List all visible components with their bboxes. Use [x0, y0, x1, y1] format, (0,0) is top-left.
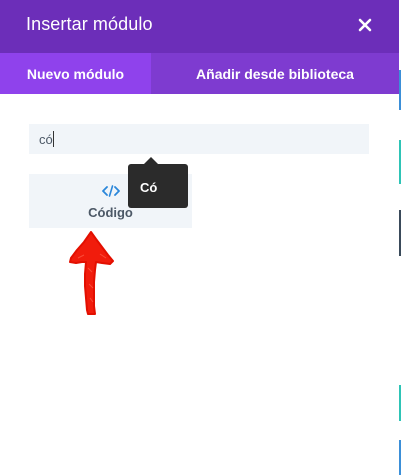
code-icon — [102, 185, 120, 197]
modal-title: Insertar módulo — [26, 14, 153, 34]
tab-add-from-library[interactable]: Añadir desde biblioteca — [151, 53, 399, 94]
close-icon — [358, 18, 372, 32]
modal-header: Insertar módulo — [0, 0, 399, 53]
text-caret — [53, 131, 54, 147]
tooltip-arrow — [144, 157, 158, 164]
red-arrow-up-icon — [69, 231, 114, 315]
insert-module-modal: Insertar módulo Nuevo módulo Añadir desd… — [0, 0, 399, 475]
module-search-input[interactable] — [29, 124, 369, 154]
tab-new-module[interactable]: Nuevo módulo — [0, 53, 151, 94]
modal-tabs: Nuevo módulo Añadir desde biblioteca — [0, 53, 399, 94]
search-tooltip: Có — [128, 164, 188, 208]
close-button[interactable] — [352, 11, 378, 39]
